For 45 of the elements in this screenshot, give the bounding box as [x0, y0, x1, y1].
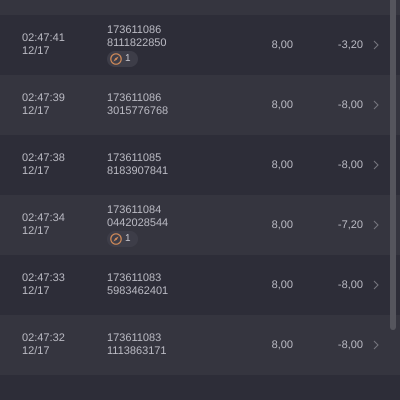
chevron-right-icon — [373, 280, 379, 290]
id-text: 173611086 — [107, 24, 162, 36]
compass-icon — [110, 232, 122, 244]
id-text: 8111822850 — [107, 36, 167, 50]
list-row[interactable]: 02:47:39 12/17 173611086 3015776768 8,00 -8,00 — [0, 75, 400, 135]
list-row[interactable]: 02:47:34 12/17 173611084 0442028544 1 8,00 -7,20 — [0, 195, 400, 255]
time-text: 02:47:41 — [22, 32, 65, 45]
id-text: 5983462401 — [107, 285, 168, 298]
amount-text: 8,00 — [270, 158, 293, 172]
list-row[interactable]: 02:47:32 12/17 173611083 1113863171 8,00 -8,00 — [0, 315, 400, 375]
date-text: 12/17 — [22, 105, 50, 118]
id-text: 8183907841 — [107, 165, 168, 178]
time-text: 02:47:39 — [22, 92, 65, 105]
id-text: 1113863171 — [107, 345, 167, 358]
date-text: 12/17 — [22, 165, 50, 178]
id-text: 0442028544 — [107, 216, 168, 230]
date-text: 12/17 — [22, 225, 50, 238]
chevron-right-icon — [373, 40, 379, 50]
amount-text: 8,00 — [270, 338, 293, 352]
compass-icon — [110, 52, 122, 64]
list-row[interactable] — [0, 0, 400, 15]
id-text: 173611083 — [107, 272, 162, 285]
date-text: 12/17 — [22, 45, 50, 58]
id-text: 173611086 — [107, 92, 162, 105]
id-text: 173611085 — [107, 152, 162, 165]
date-text: 12/17 — [22, 285, 50, 298]
time-text: 02:47:32 — [22, 332, 65, 345]
scrollbar-thumb[interactable] — [390, 0, 396, 330]
date-text: 12/17 — [22, 345, 50, 358]
chevron-right-icon — [373, 340, 379, 350]
time-text: 02:47:38 — [22, 152, 65, 165]
amount-text: 8,00 — [270, 218, 293, 232]
id-text: 173611084 — [107, 204, 162, 216]
chevron-right-icon — [373, 100, 379, 110]
time-text: 02:47:34 — [22, 212, 65, 225]
amount-text: 8,00 — [270, 38, 293, 52]
amount-text: 8,00 — [270, 278, 293, 292]
time-text: 02:47:33 — [22, 272, 65, 285]
count-badge: 1 — [107, 230, 138, 246]
amount-text: 8,00 — [270, 98, 293, 112]
chevron-right-icon — [373, 160, 379, 170]
chevron-right-icon — [373, 220, 379, 230]
id-text: 173611083 — [107, 332, 162, 345]
count-badge: 1 — [107, 50, 138, 66]
id-text: 3015776768 — [107, 105, 168, 118]
